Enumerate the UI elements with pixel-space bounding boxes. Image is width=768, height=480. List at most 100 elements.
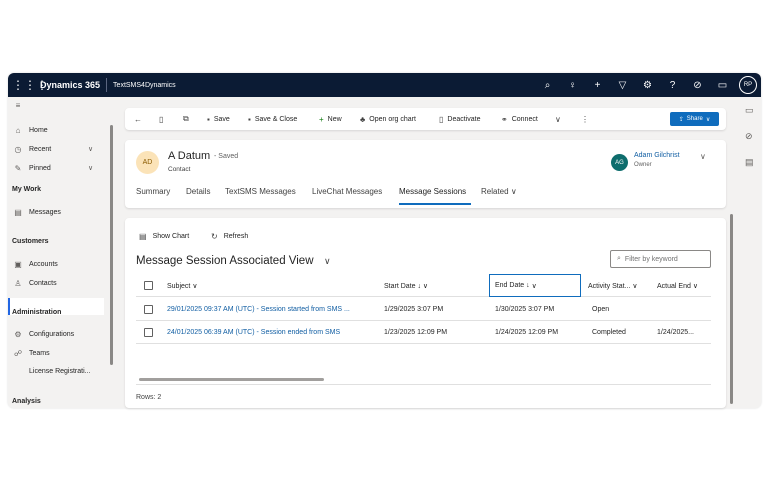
sidebar-item-accounts[interactable]: ▣ Accounts (12, 260, 58, 269)
chevron-down-icon: ∨ (422, 283, 429, 290)
column-header-activity-status[interactable]: Activity Stat... ∨ (588, 275, 637, 297)
tab-related[interactable]: Related ∨ (481, 187, 517, 196)
horizontal-scrollbar[interactable] (139, 378, 324, 381)
row-checkbox[interactable] (144, 328, 153, 337)
sidebar-item-recent[interactable]: ◷ Recent (12, 145, 52, 154)
sidebar-item-label: Home (29, 127, 48, 134)
chevron-down-icon[interactable]: ∨ (324, 256, 331, 267)
deactivate-label: Deactivate (447, 115, 481, 123)
end-date-cell: 1/30/2025 3:07 PM (495, 306, 555, 313)
tab-details[interactable]: Details (186, 187, 210, 196)
chevron-down-icon: ∨ (531, 282, 537, 290)
save-close-button[interactable]: ▪ Save & Close (248, 108, 297, 130)
column-header-end-date[interactable]: End Date ↓ ∨ (489, 274, 581, 297)
chevron-down-icon: ∨ (692, 283, 698, 290)
teams-icon: ☍ (13, 349, 23, 358)
sidebar-item-configurations[interactable]: ⚙ Configurations (12, 330, 74, 339)
plus-icon[interactable]: + (585, 80, 610, 91)
lightbulb-icon[interactable]: ♀ (560, 80, 585, 91)
back-button[interactable]: ← (134, 108, 146, 130)
sidebar-group-customers: Customers (12, 238, 49, 245)
record-entity-type: Contact (168, 166, 191, 173)
sidebar-item-label: Recent (29, 146, 52, 153)
record-header: AD A Datum - Saved Contact AG Adam Gilch… (125, 140, 726, 208)
sidebar-item-teams[interactable]: ☍ Teams (12, 349, 50, 358)
org-chart-icon: ♣ (360, 114, 366, 124)
column-header-actual-end[interactable]: Actual End ∨ (657, 275, 698, 297)
configuration-icon: ⚙ (14, 330, 22, 339)
app-launcher-icon[interactable]: ⋮⋮⋮ (12, 78, 48, 92)
save-button[interactable]: ▪ Save (207, 108, 230, 130)
start-date-cell: 1/23/2025 12:09 PM (384, 329, 448, 336)
settings-icon[interactable]: ⚙ (635, 80, 660, 91)
back-arrow-icon: ← (134, 114, 142, 124)
sidebar-item-home[interactable]: ⌂ Home (12, 126, 48, 135)
table-row[interactable]: 29/01/2025 09:37 AM (UTC) - Session star… (136, 298, 711, 321)
sidebar-item-label: Teams (29, 350, 50, 357)
app-name[interactable]: TextSMS4Dynamics (113, 82, 176, 89)
tab-message-sessions[interactable]: Message Sessions (399, 187, 466, 196)
sidebar-item-pinned[interactable]: ✎ Pinned (12, 164, 51, 173)
product-name[interactable]: Dynamics 365 (40, 80, 100, 90)
view-selector-title[interactable]: Message Session Associated View (136, 255, 314, 267)
save-status: - Saved (214, 153, 239, 160)
select-all-checkbox[interactable] (144, 281, 153, 290)
save-icon: ▪ (207, 114, 210, 124)
form-view-button[interactable]: ▯ (159, 108, 167, 130)
chat-icon[interactable]: ▭ (710, 80, 735, 91)
sidebar-item-label: Accounts (29, 261, 58, 268)
share-button[interactable]: ⇪ Share ∨ (670, 112, 719, 126)
show-chart-button[interactable]: ▤ Show Chart (139, 232, 189, 241)
connect-button[interactable]: ⚭ Connect (501, 108, 538, 130)
sidebar-item-label: Configurations (29, 331, 75, 338)
tab-livechat-messages[interactable]: LiveChat Messages (312, 187, 382, 196)
remote-assist-icon[interactable]: ⊘ (745, 131, 753, 142)
header-expand-chevron-icon[interactable]: ∨ (700, 152, 706, 161)
column-header-subject[interactable]: Subject ∨ (167, 275, 197, 297)
sidebar-item-label: Contacts (29, 280, 57, 287)
sort-down-icon: ↓ (417, 282, 421, 290)
copilot-icon[interactable]: ▭ (745, 105, 754, 116)
connect-icon: ⚭ (501, 114, 508, 124)
open-org-chart-button[interactable]: ♣ Open org chart (360, 108, 416, 130)
chart-icon: ▤ (139, 232, 147, 241)
hamburger-menu-button[interactable]: ≡ (12, 101, 29, 110)
chevron-down-icon[interactable]: ∨ (88, 145, 93, 153)
open-new-window-button[interactable]: ⧉ (183, 108, 193, 130)
end-date-cell: 1/24/2025 12:09 PM (495, 329, 559, 336)
tab-summary[interactable]: Summary (136, 187, 170, 196)
search-icon[interactable]: ⌕ (535, 80, 560, 91)
sidebar-scrollbar[interactable] (110, 125, 113, 365)
filter-icon[interactable]: ▽ (610, 80, 635, 91)
sidebar-item-license[interactable]: License Registrati... (12, 368, 90, 375)
filter-keyword-input[interactable]: ⌕ Filter by keyword (610, 250, 711, 268)
user-avatar[interactable]: RP (739, 76, 757, 94)
owner-name-link[interactable]: Adam Gilchrist (634, 152, 680, 159)
message-icon: ▤ (14, 208, 22, 217)
new-button[interactable]: + New (319, 108, 342, 130)
connect-dropdown[interactable]: ∨ (555, 108, 565, 130)
subject-link[interactable]: 29/01/2025 09:37 AM (UTC) - Session star… (167, 298, 372, 321)
chevron-down-icon[interactable]: ∨ (88, 164, 93, 172)
remote-assist-icon[interactable]: ⊘ (685, 80, 710, 91)
more-commands-button[interactable]: ⋮ (581, 108, 593, 130)
deactivate-button[interactable]: ▯ Deactivate (439, 108, 480, 130)
content-scrollbar[interactable] (730, 214, 733, 404)
help-icon[interactable]: ? (660, 80, 685, 91)
refresh-button[interactable]: ↻ Refresh (211, 232, 248, 241)
tab-textsms-messages[interactable]: TextSMS Messages (225, 187, 296, 196)
column-label: Activity Stat... (588, 282, 631, 290)
row-checkbox[interactable] (144, 305, 153, 314)
message-icon[interactable]: ▤ (745, 157, 754, 168)
column-header-start-date[interactable]: Start Date ↓ ∨ (384, 275, 428, 297)
sidebar-item-messages[interactable]: ▤ Messages (12, 208, 61, 217)
sidebar-item-label: Messages (29, 209, 61, 216)
pin-icon: ✎ (14, 164, 22, 173)
deactivate-icon: ▯ (439, 114, 444, 124)
record-name: A Datum (168, 150, 211, 162)
table-row[interactable]: 24/01/2025 06:39 AM (UTC) - Session ende… (136, 321, 711, 344)
column-label: End Date (495, 282, 525, 289)
activity-status-cell: Completed (592, 329, 626, 336)
subject-link[interactable]: 24/01/2025 06:39 AM (UTC) - Session ende… (167, 321, 372, 344)
sidebar-item-contacts[interactable]: ♙ Contacts (12, 279, 57, 288)
